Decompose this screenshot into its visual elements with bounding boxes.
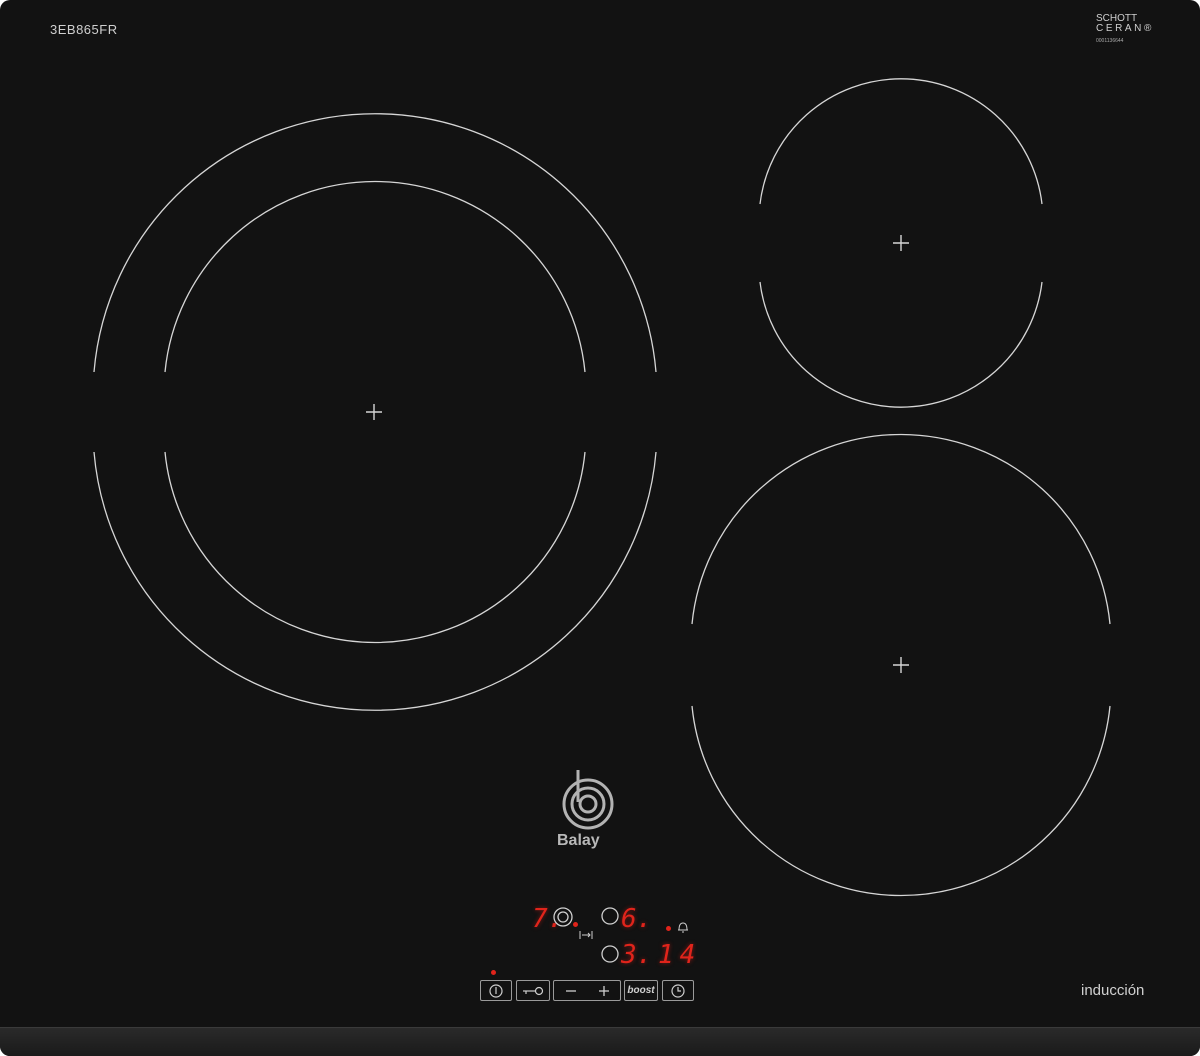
minus-icon[interactable] — [564, 984, 578, 998]
technology-label: inducción — [1081, 982, 1145, 999]
balay-logo-icon — [562, 770, 614, 830]
zone-front-right-center-mark — [893, 657, 909, 673]
boost-label: boost — [627, 985, 655, 996]
zone-left-outer-ring-top — [93, 113, 657, 373]
induction-hob: 3EB865FR SCHOTT CERAN® 0001136644 Balay … — [0, 0, 1200, 1056]
zone-back-right-center-mark — [893, 235, 909, 251]
boost-button[interactable]: boost — [624, 980, 658, 1001]
cooking-zones — [93, 78, 1111, 897]
zone-front-right-ring-top — [691, 433, 1111, 625]
zone-back-right-ring-top — [759, 78, 1043, 205]
power-icon — [489, 983, 503, 998]
zone-back-right-ring-bottom — [759, 281, 1043, 408]
clock-icon — [671, 983, 685, 998]
power-indicator-dot — [491, 970, 496, 975]
timer-display: 14 — [658, 940, 702, 970]
zone-left-outer-ring-bottom — [93, 451, 657, 711]
zone-select-back-right-icon[interactable] — [600, 906, 620, 926]
zone-front-right-level-display: 6. — [621, 904, 653, 934]
zone-select-left-icon[interactable] — [552, 906, 574, 928]
timer-indicator-dot — [666, 926, 671, 931]
zone-select-front-right-icon[interactable] — [600, 944, 620, 964]
power-button[interactable] — [480, 980, 512, 1001]
level-adjust-control[interactable] — [553, 980, 621, 1001]
key-icon — [523, 986, 544, 995]
zone-left-center-mark — [366, 404, 382, 420]
brand-name: Balay — [557, 832, 600, 849]
bell-icon — [678, 922, 688, 933]
zone-left-indicator-dot — [573, 922, 578, 927]
timer-button[interactable] — [662, 980, 694, 1001]
plus-icon[interactable] — [597, 984, 611, 998]
zone-left-inner-ring-bottom — [164, 451, 586, 644]
zone-back-right-level-display: 3. — [621, 940, 653, 970]
hob-front-edge — [0, 1027, 1200, 1056]
zone-front-right-ring-bottom — [691, 705, 1111, 897]
child-lock-button[interactable] — [516, 980, 550, 1001]
zone-left-inner-ring-top — [164, 180, 586, 373]
extended-zone-icon — [579, 931, 593, 939]
